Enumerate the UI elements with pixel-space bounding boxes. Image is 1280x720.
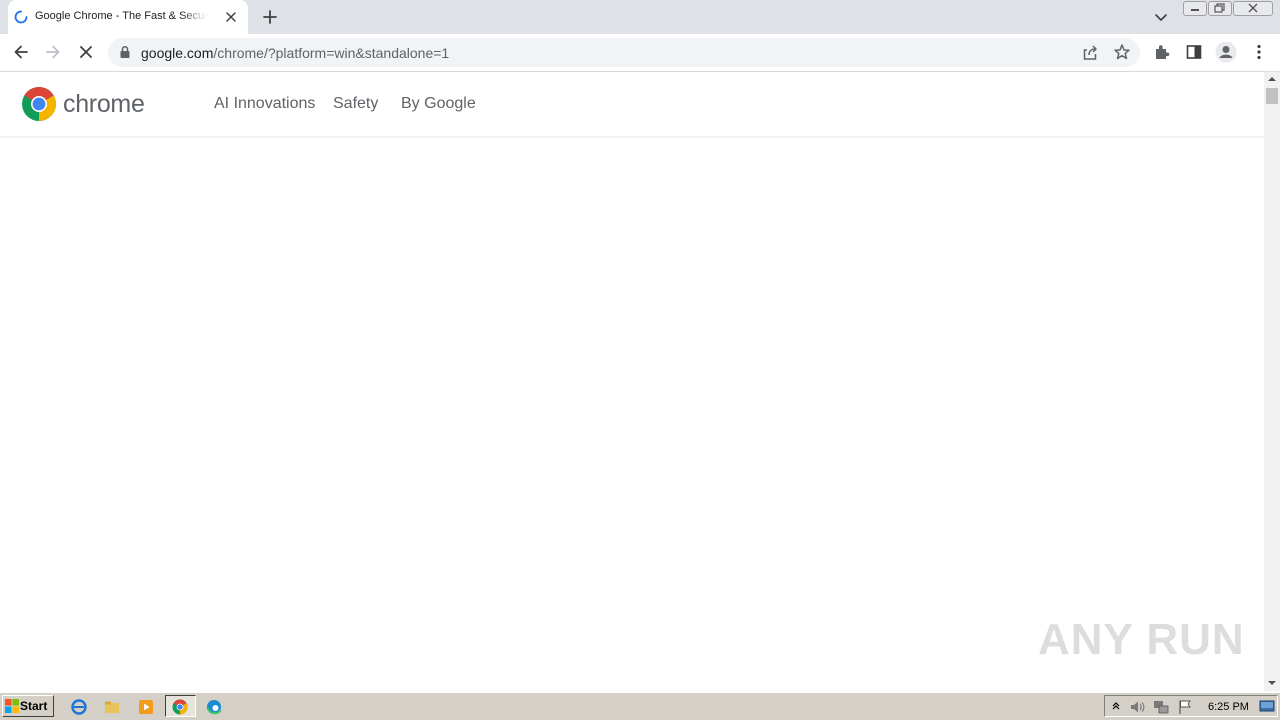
close-icon[interactable] [224, 10, 238, 24]
back-arrow-icon[interactable] [12, 43, 30, 61]
show-desktop-icon[interactable] [1259, 700, 1275, 713]
site-header [0, 72, 1264, 136]
loading-spinner-icon [14, 10, 28, 24]
action-center-flag-icon[interactable] [1177, 699, 1193, 715]
window-close-button[interactable] [1233, 1, 1273, 16]
stop-loading-icon[interactable] [77, 43, 95, 61]
nav-link-by-google[interactable]: By Google [401, 94, 476, 114]
volume-icon[interactable] [1129, 699, 1145, 715]
scrollbar-thumb[interactable] [1266, 88, 1278, 104]
chrome-taskbar-icon[interactable] [172, 699, 188, 715]
profile-avatar-icon[interactable] [1215, 41, 1237, 63]
share-icon[interactable] [1081, 44, 1099, 62]
extensions-puzzle-icon[interactable] [1153, 43, 1171, 61]
url-path: /chrome/?platform=win&standalone=1 [213, 45, 450, 61]
logo-wordmark[interactable]: chrome [63, 88, 145, 120]
forward-arrow-icon[interactable] [44, 43, 62, 61]
scroll-down-arrow-icon[interactable] [1266, 678, 1278, 688]
show-hidden-icons-icon[interactable] [1110, 700, 1122, 712]
scroll-up-arrow-icon[interactable] [1266, 74, 1278, 84]
page-content [0, 72, 1264, 691]
tab-title: Google Chrome - The Fast & Secure Web Br… [35, 10, 207, 22]
taskbar-clock[interactable]: 6:25 PM [1208, 700, 1249, 714]
network-icon[interactable] [1153, 699, 1169, 715]
vertical-scrollbar[interactable] [1264, 72, 1280, 691]
url-host: google.com [141, 45, 214, 61]
kebab-menu-icon[interactable] [1250, 43, 1268, 61]
side-panel-icon[interactable] [1185, 43, 1203, 61]
url-text[interactable]: google.com/chrome/?platform=win&standalo… [141, 44, 449, 62]
media-player-icon[interactable] [138, 699, 154, 715]
chrome-logo-icon[interactable] [21, 86, 57, 122]
start-label: Start [20, 699, 48, 713]
file-explorer-icon[interactable] [104, 699, 120, 715]
internet-explorer-icon[interactable] [71, 699, 87, 715]
windows-flag-icon [5, 699, 19, 713]
window-minimize-button[interactable] [1183, 1, 1207, 16]
nav-link-safety[interactable]: Safety [333, 94, 378, 114]
chevron-down-icon[interactable] [1154, 10, 1168, 24]
plus-icon[interactable] [262, 9, 278, 25]
minimize-icon [1191, 9, 1199, 11]
window-restore-button[interactable] [1208, 1, 1232, 16]
nav-link-ai-innovations[interactable]: AI Innovations [214, 94, 315, 114]
close-icon [1248, 3, 1258, 13]
watermark: ANY RUN [1038, 615, 1245, 664]
edge-icon[interactable] [206, 699, 222, 715]
restore-icon [1214, 3, 1225, 13]
bookmark-star-icon[interactable] [1113, 43, 1131, 61]
lock-icon[interactable] [119, 45, 131, 59]
